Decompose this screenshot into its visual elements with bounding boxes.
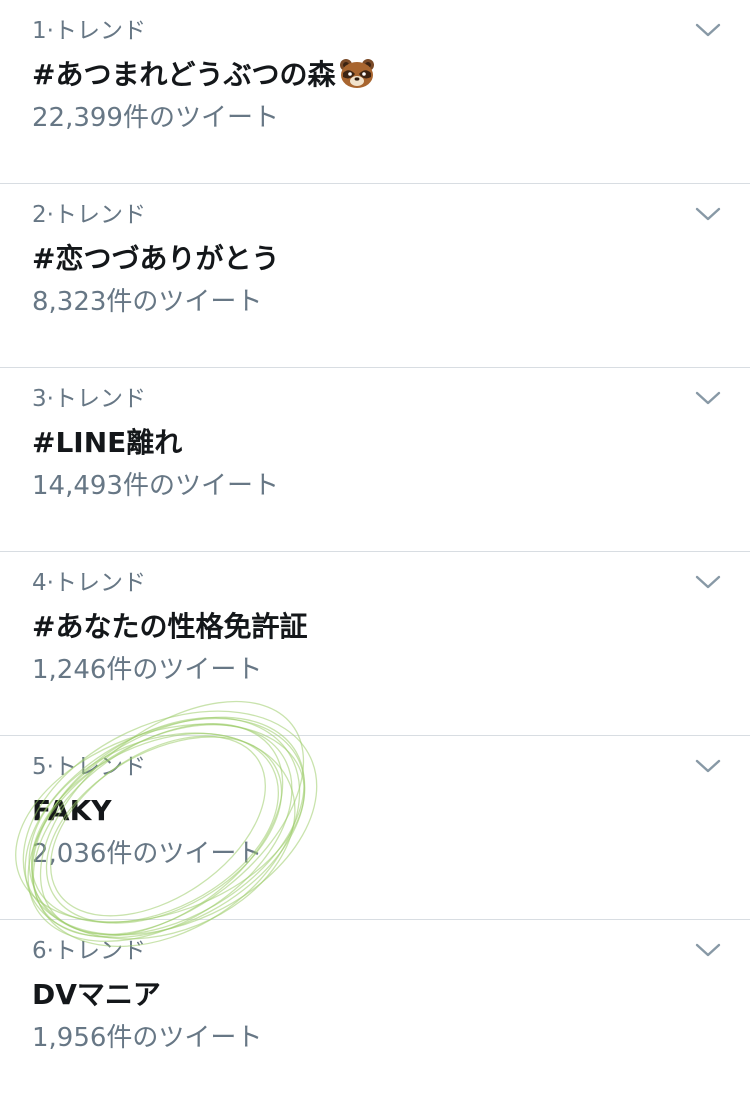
trend-list: 1·トレンド #あつまれどうぶつの森 22,399件のツイート 2·トレンド #…: [0, 0, 750, 1104]
trend-item-5[interactable]: 5·トレンド FAKY 2,036件のツイート: [0, 736, 750, 920]
chevron-down-icon[interactable]: [694, 940, 722, 960]
chevron-down-icon[interactable]: [694, 204, 722, 224]
trend-item-2[interactable]: 2·トレンド #恋つづありがとう 8,323件のツイート: [0, 184, 750, 368]
trend-tweet-count: 22,399件のツイート: [32, 103, 279, 133]
trend-tweet-count: 1,246件のツイート: [32, 655, 263, 685]
trend-rank-label: 1·トレンド: [32, 18, 146, 44]
trend-name: #あつまれどうぶつの森: [32, 57, 375, 93]
trend-tweet-count: 1,956件のツイート: [32, 1023, 263, 1053]
trend-name: DVマニア: [32, 978, 161, 1011]
trend-item-3[interactable]: 3·トレンド #LINE離れ 14,493件のツイート: [0, 368, 750, 552]
trend-name: #LINE離れ: [32, 426, 183, 459]
trend-rank-label: 6·トレンド: [32, 938, 146, 964]
trend-item-4[interactable]: 4·トレンド #あなたの性格免許証 1,246件のツイート: [0, 552, 750, 736]
trend-rank-label: 4·トレンド: [32, 570, 146, 596]
trend-name: FAKY: [32, 794, 112, 827]
trend-name: #あなたの性格免許証: [32, 610, 308, 643]
trend-item-1[interactable]: 1·トレンド #あつまれどうぶつの森 22,399件のツイート: [0, 0, 750, 184]
trend-item-6[interactable]: 6·トレンド DVマニア 1,956件のツイート: [0, 920, 750, 1104]
trend-name-text: #あつまれどうぶつの森: [32, 58, 336, 91]
trend-tweet-count: 2,036件のツイート: [32, 839, 263, 869]
trend-rank-label: 2·トレンド: [32, 202, 146, 228]
trend-tweet-count: 14,493件のツイート: [32, 471, 279, 501]
chevron-down-icon[interactable]: [694, 756, 722, 776]
trend-rank-label: 5·トレンド: [32, 754, 146, 780]
chevron-down-icon[interactable]: [694, 572, 722, 592]
trend-tweet-count: 8,323件のツイート: [32, 287, 263, 317]
trend-rank-label: 3·トレンド: [32, 386, 146, 412]
trend-name: #恋つづありがとう: [32, 242, 280, 275]
chevron-down-icon[interactable]: [694, 388, 722, 408]
chevron-down-icon[interactable]: [694, 20, 722, 40]
tanuki-face-emoji-icon: [340, 59, 375, 88]
